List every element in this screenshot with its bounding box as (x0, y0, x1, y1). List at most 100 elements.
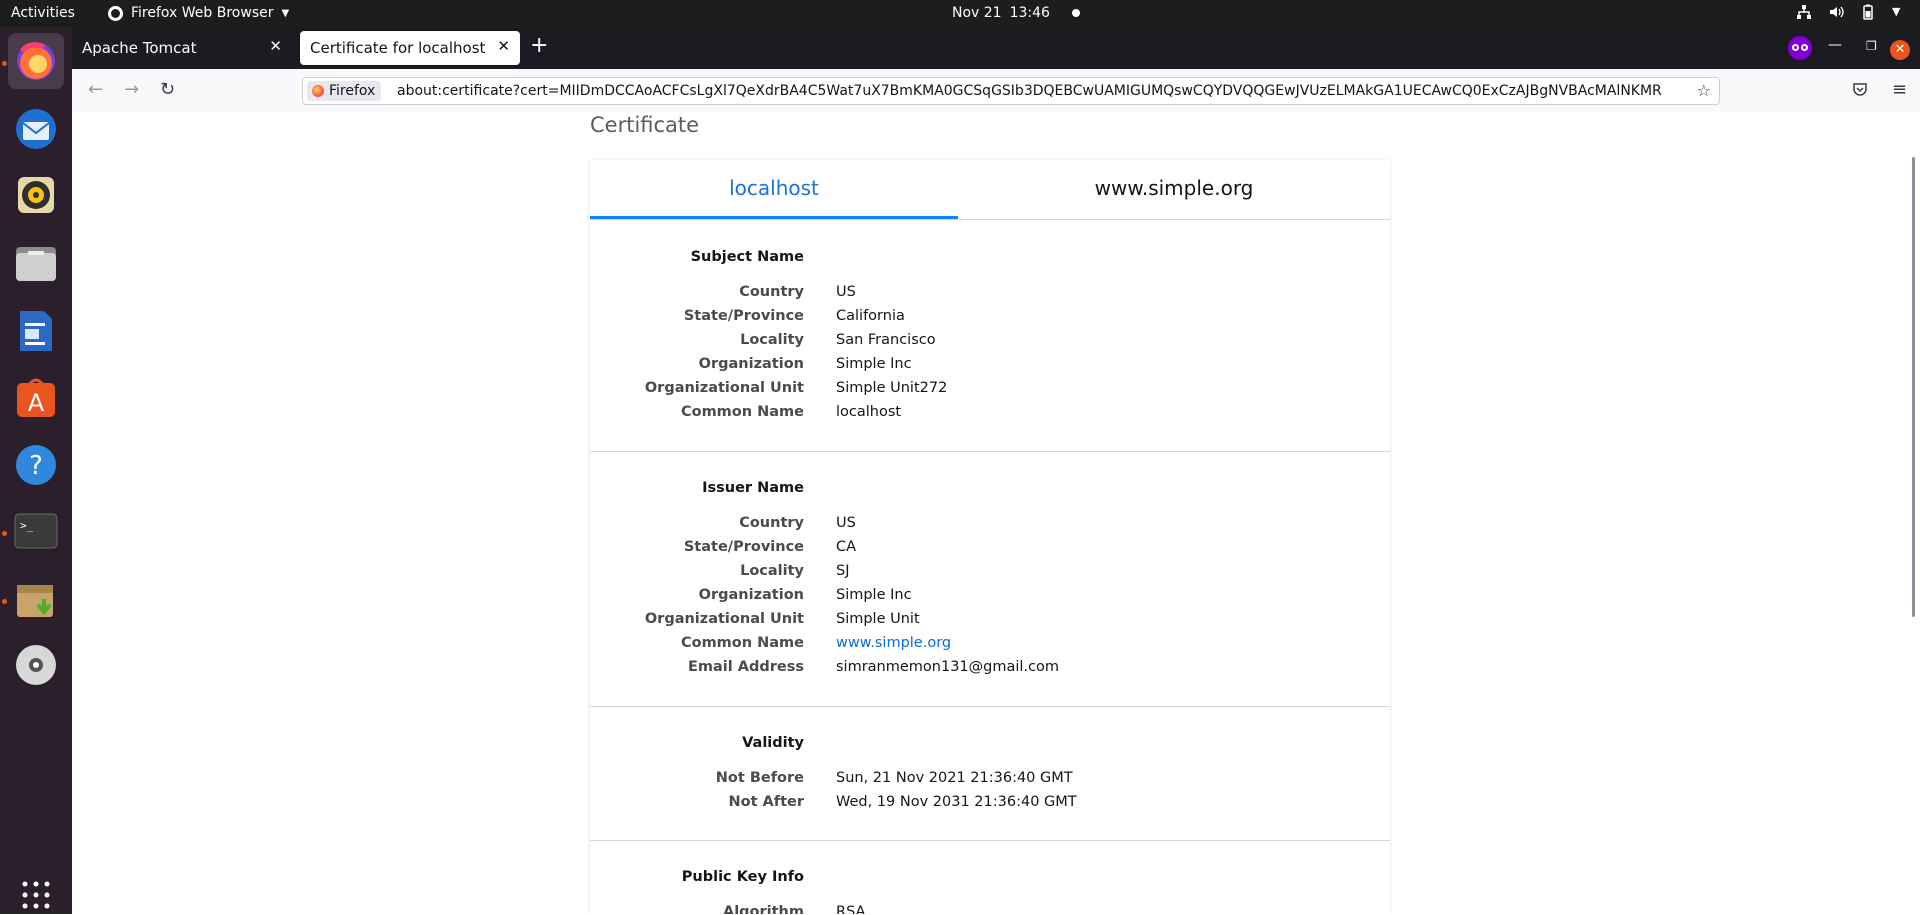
field-row: Locality San Francisco (590, 332, 1390, 356)
field-value: US (836, 284, 856, 300)
clock-time: 13:46 (1009, 5, 1050, 21)
certificate-card: localhost www.simple.org Subject Name Co… (590, 160, 1390, 914)
field-value: SJ (836, 563, 850, 579)
tab-localhost[interactable]: localhost (590, 160, 958, 219)
svg-text:?: ? (29, 451, 43, 481)
field-label: Algorithm (722, 904, 804, 914)
ubuntu-software-icon: A (17, 378, 55, 417)
back-arrow-icon[interactable]: ← (88, 79, 103, 100)
writer-icon (20, 311, 52, 351)
tab-www-simple-org[interactable]: www.simple.org (990, 160, 1358, 219)
menu-icon[interactable]: ≡ (1892, 79, 1907, 100)
field-value: Simple Inc (836, 356, 912, 372)
pocket-icon[interactable] (1852, 81, 1868, 101)
tab-certificate[interactable]: Certificate for localhost ✕ (300, 31, 520, 65)
clock[interactable]: Nov 21 13:46 (952, 5, 1080, 21)
dock-archive-manager[interactable] (8, 571, 64, 627)
files-icon (16, 247, 56, 281)
system-tray[interactable]: ▼ (1796, 4, 1908, 20)
field-row: Common Name localhost (590, 404, 1390, 428)
page-content: Certificate localhost www.simple.org Sub… (72, 112, 1920, 914)
subject-name-section: Subject Name Country US State/Province Cal… (590, 220, 1390, 452)
field-row: Organizational Unit Simple Unit (590, 611, 1390, 635)
reload-icon[interactable]: ↻ (160, 79, 175, 100)
clock-date: Nov 21 (952, 5, 1002, 21)
help-icon: ? (16, 445, 56, 485)
new-tab-button[interactable]: + (530, 33, 548, 58)
field-value: San Francisco (836, 332, 936, 348)
field-label: Not Before (715, 770, 804, 786)
close-tab-icon[interactable]: ✕ (269, 37, 282, 55)
tab-title: Certificate for localhost (310, 39, 486, 57)
field-label: Not After (728, 794, 804, 810)
gnome-top-bar: Activities Firefox Web Browser ▼ Nov 21 … (0, 0, 1920, 27)
field-label: Country (739, 515, 804, 531)
field-row: Email Address simranmemon131@gmail.com (590, 659, 1390, 683)
dock-files[interactable] (8, 235, 64, 291)
minimize-icon[interactable]: — (1828, 37, 1842, 53)
page-title: Certificate (590, 113, 700, 137)
battery-icon (1863, 4, 1873, 20)
running-indicator (2, 599, 7, 604)
firefox-icon (312, 85, 324, 97)
issuer-name-section: Issuer Name Country US State/Province CA L… (590, 451, 1390, 707)
dvd-icon (16, 645, 56, 685)
url-bar[interactable]: Firefox about:certificate?cert=MIIDmDCCA… (302, 77, 1720, 105)
dock-terminal[interactable]: >_ (8, 503, 64, 559)
browser-tab-bar: Apache Tomcat ✕ Certificate for localhos… (72, 27, 1920, 69)
app-grid-icon (22, 881, 50, 909)
archive-icon (17, 585, 53, 617)
common-name-link[interactable]: www.simple.org (836, 635, 951, 651)
field-row: Not Before Sun, 21 Nov 2021 21:36:40 GMT (590, 770, 1390, 794)
dock-help[interactable]: ? (8, 437, 64, 493)
field-row: Organizational Unit Simple Unit272 (590, 380, 1390, 404)
volume-icon (1830, 6, 1844, 18)
show-applications-button[interactable] (8, 875, 64, 915)
chevron-down-icon: ▼ (1892, 5, 1901, 18)
navigation-bar: ← → ↻ Firefox about:certificate?cert=MII… (72, 69, 1920, 113)
dock-dvd[interactable] (8, 637, 64, 693)
app-menu[interactable]: Firefox Web Browser ▼ (108, 5, 289, 21)
activities-button[interactable]: Activities (11, 5, 75, 21)
bookmark-star-icon[interactable]: ☆ (1697, 81, 1711, 100)
field-label: Common Name (680, 404, 804, 420)
close-window-button[interactable]: ✕ (1890, 40, 1910, 60)
tab-title: Apache Tomcat (82, 39, 197, 57)
dock-rhythmbox[interactable] (8, 167, 64, 223)
field-value: localhost (836, 404, 902, 420)
section-heading: Public Key Info (681, 869, 804, 885)
thunderbird-icon (16, 109, 56, 149)
scrollbar[interactable] (1906, 112, 1920, 914)
forward-arrow-icon[interactable]: → (124, 79, 139, 100)
dock-writer[interactable] (8, 303, 64, 359)
notification-dot-icon (1071, 9, 1080, 17)
dock-ubuntu-software[interactable]: A (8, 369, 64, 425)
maximize-icon[interactable]: ❐ (1866, 39, 1877, 53)
field-label: Email Address (687, 659, 804, 675)
tab-apache-tomcat[interactable]: Apache Tomcat ✕ (72, 31, 292, 65)
field-value: Simple Unit (836, 611, 920, 627)
field-label: Organizational Unit (644, 380, 804, 396)
field-row: Algorithm RSA (590, 904, 1390, 914)
field-row: Common Name www.simple.org (590, 635, 1390, 659)
field-value: US (836, 515, 856, 531)
field-value: Wed, 19 Nov 2031 21:36:40 GMT (836, 794, 1077, 810)
dock-thunderbird[interactable] (8, 101, 64, 157)
field-value: RSA (836, 904, 866, 914)
field-label: Country (739, 284, 804, 300)
dock-firefox[interactable] (8, 33, 64, 89)
network-icon (1797, 5, 1811, 19)
field-row: Country US (590, 284, 1390, 308)
close-tab-icon[interactable]: ✕ (497, 37, 510, 55)
url-text[interactable]: about:certificate?cert=MIIDmDCCAoACFCsLg… (397, 83, 1687, 99)
field-row: Not After Wed, 19 Nov 2031 21:36:40 GMT (590, 794, 1390, 818)
certificate-tabs: localhost www.simple.org (590, 160, 1390, 220)
field-label: Organizational Unit (644, 611, 804, 627)
section-heading: Subject Name (690, 249, 804, 265)
field-value: Simple Inc (836, 587, 912, 603)
rhythmbox-icon (18, 177, 54, 213)
validity-section: Validity Not Before Sun, 21 Nov 2021 21:3… (590, 706, 1390, 841)
scrollbar-thumb[interactable] (1912, 157, 1915, 617)
identity-box[interactable]: Firefox (307, 81, 382, 101)
field-label: Common Name (680, 635, 804, 651)
